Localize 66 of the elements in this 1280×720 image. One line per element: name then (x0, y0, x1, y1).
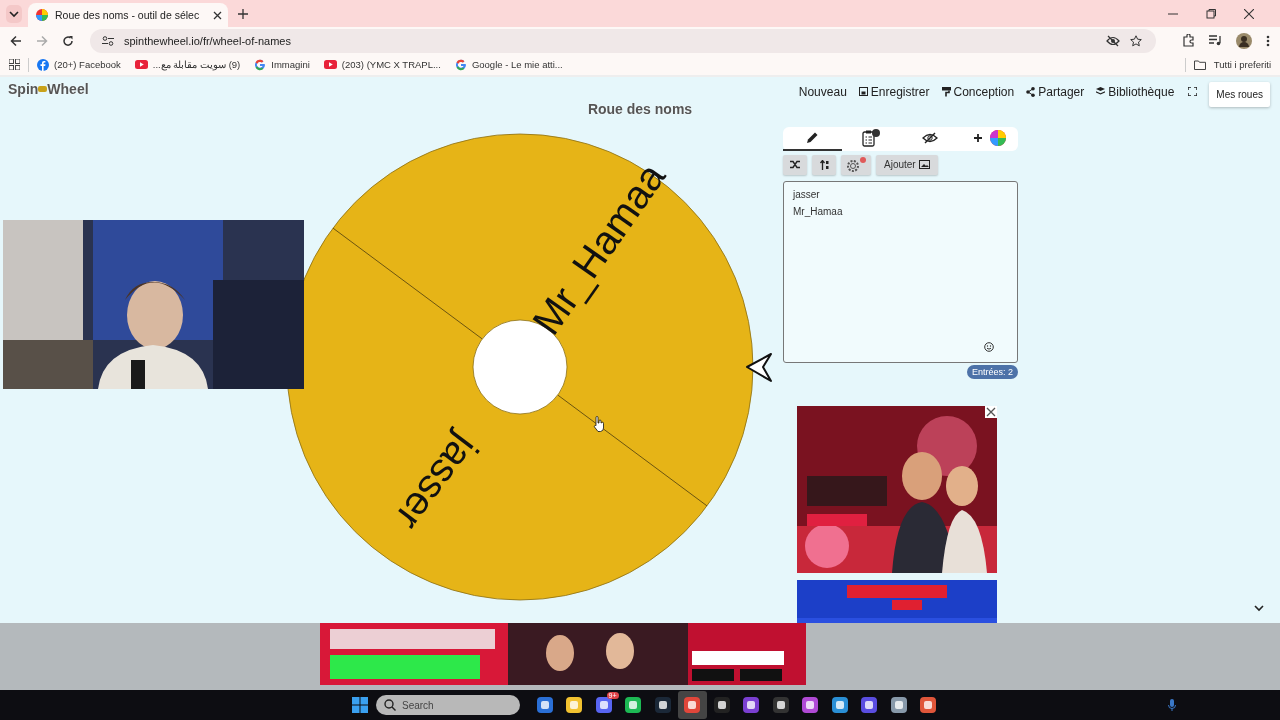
hand-cursor-icon (593, 415, 605, 432)
search-field[interactable]: Search (376, 695, 520, 716)
microphone-icon[interactable] (1168, 698, 1176, 711)
fullscreen-icon[interactable] (1188, 87, 1198, 97)
shuffle-icon (789, 160, 801, 170)
image-icon (918, 160, 930, 170)
chevron-down-icon[interactable] (1254, 604, 1264, 612)
wheel-title: Roue des noms (587, 100, 693, 115)
entries-field[interactable]: jasser Mr_Hamaa (783, 180, 1018, 363)
google-g-icon (454, 58, 467, 71)
my-wheels-button[interactable]: Mes roues (1209, 82, 1270, 108)
apps-grid-icon[interactable] (9, 59, 20, 71)
settings-button[interactable] (841, 154, 871, 175)
logo-text[interactable]: Spin (8, 80, 39, 97)
puzzle-icon[interactable] (1182, 34, 1195, 48)
tab-title: Roue des noms - outil de sélec (55, 9, 201, 21)
browser-tab[interactable]: Roue des noms - outil de sélec (28, 3, 228, 27)
color-wheel-icon (36, 9, 48, 21)
back-icon[interactable] (10, 34, 22, 47)
bookmark-link[interactable]: Immagini (271, 59, 310, 71)
reload-icon[interactable] (62, 34, 74, 47)
video-play-icon (134, 60, 148, 70)
pencil-icon (805, 130, 820, 145)
save-icon (858, 87, 868, 97)
pointer-icon (746, 352, 772, 382)
shuffle-button[interactable] (783, 154, 807, 175)
bookmark-link[interactable]: (9) سويت مقابلة مع... (152, 59, 241, 71)
plus-color-wheel-icon (971, 129, 1006, 146)
bookmark-link[interactable]: (20+) Facebook (54, 59, 121, 71)
bookmark-link[interactable]: (203) (YMC X TRAPL... (341, 59, 441, 71)
entries-count-badge: Entrées: 2 (966, 364, 1018, 379)
nav-link[interactable]: Bibliothèque (1096, 84, 1175, 99)
settings-icon (845, 156, 867, 173)
windows-logo-icon[interactable] (352, 696, 368, 713)
more-icon[interactable] (1266, 34, 1270, 47)
nav-link[interactable]: Nouveau (798, 84, 847, 99)
new-tab-icon[interactable] (238, 8, 248, 19)
video-play-icon (323, 60, 337, 70)
nav-link[interactable]: Conception (941, 84, 1015, 99)
facebook-icon (37, 58, 49, 71)
layers-icon (1096, 87, 1106, 97)
sort-button[interactable] (812, 154, 836, 175)
restore-icon[interactable] (1206, 8, 1216, 19)
share-icon (1026, 86, 1036, 97)
media-queue-icon[interactable] (1209, 35, 1222, 47)
tab-list-button[interactable] (6, 4, 22, 23)
bookmark-link[interactable]: Google - Le mie atti... (471, 59, 563, 71)
logo-text[interactable]: Wheel (47, 80, 89, 97)
star-icon[interactable] (1130, 34, 1142, 47)
nav-link[interactable]: Partager (1026, 84, 1085, 99)
clipboard-list-icon (862, 128, 881, 147)
site-settings-icon[interactable] (102, 35, 114, 46)
eye-off-icon (921, 131, 938, 144)
avatar-icon[interactable] (1236, 32, 1252, 49)
sort-icon (819, 159, 829, 170)
paint-roller-icon (941, 86, 951, 97)
address-field[interactable]: spinthewheel.io/fr/wheel-of-names (90, 28, 1156, 53)
close-window-icon[interactable] (1244, 8, 1254, 19)
nav-link[interactable]: Enregistrer (858, 84, 930, 99)
add-image-button[interactable]: Ajouter (876, 154, 938, 175)
google-g-icon (254, 58, 267, 71)
caret-icon (9, 9, 19, 18)
all-bookmarks-link[interactable]: Tutti i preferiti (1213, 59, 1271, 71)
wheel-drawing[interactable] (286, 133, 754, 601)
eye-off-icon[interactable] (1106, 34, 1120, 47)
smiley-icon[interactable] (984, 341, 994, 352)
